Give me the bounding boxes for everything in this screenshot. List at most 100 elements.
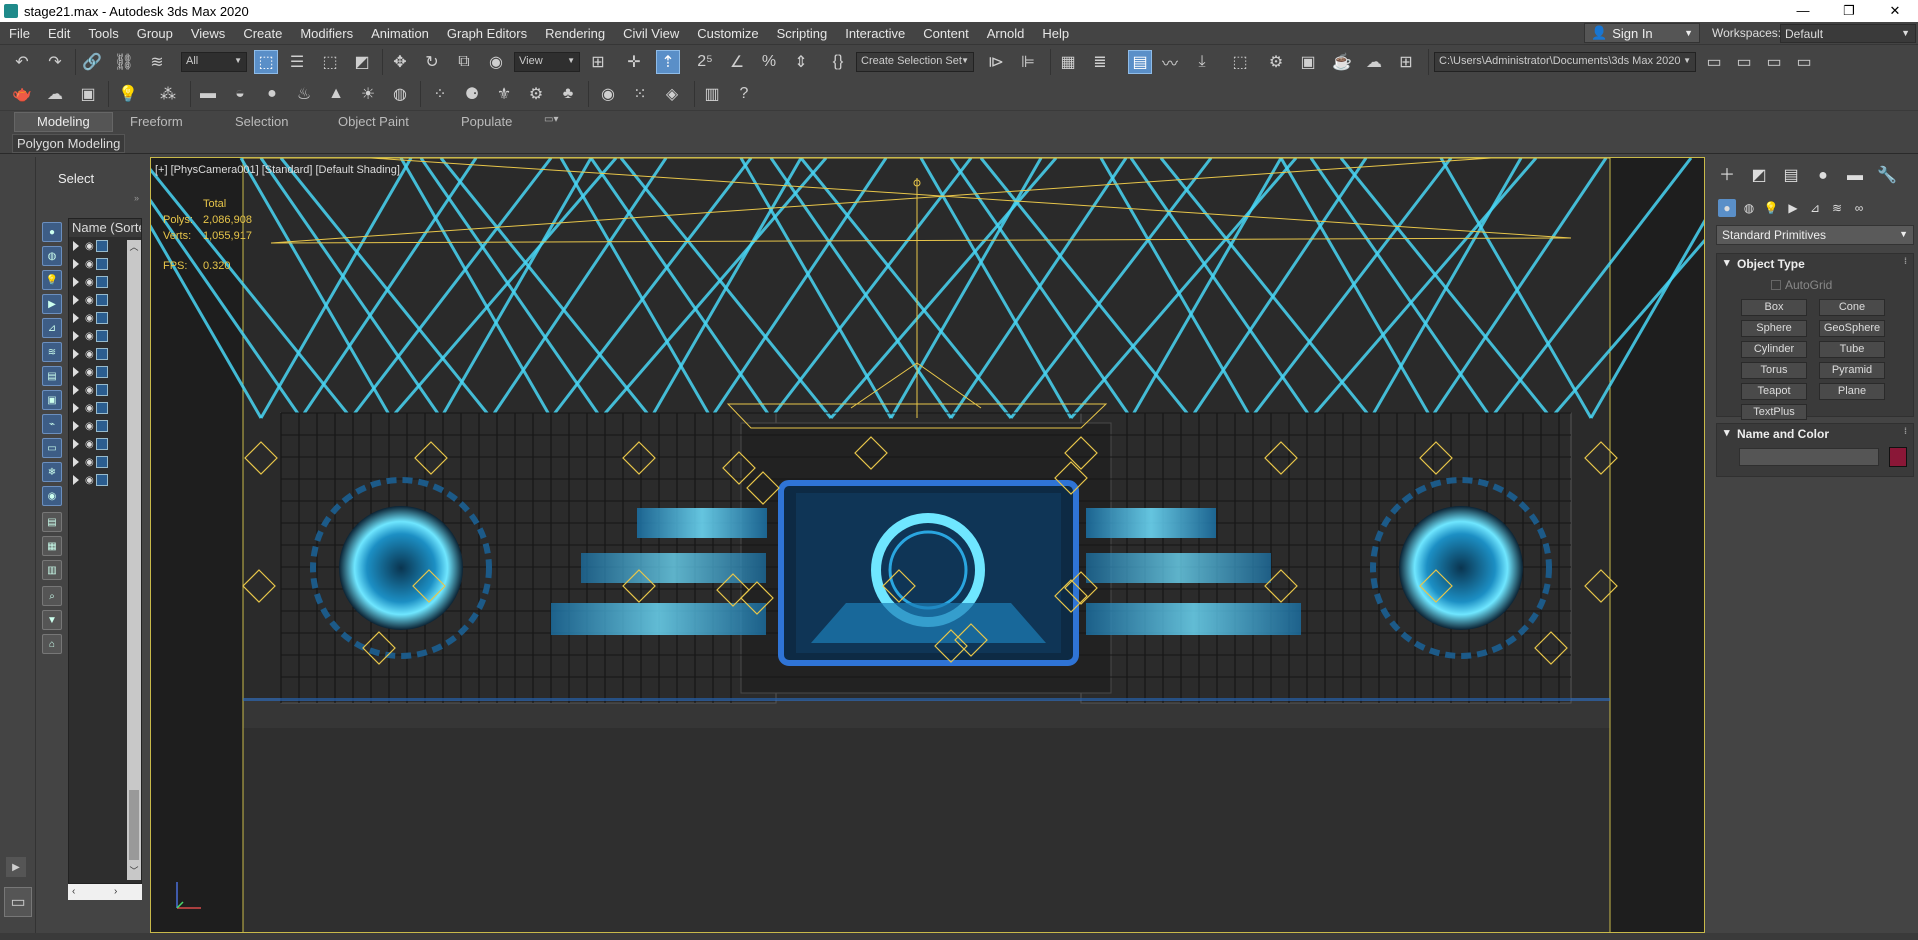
display-tab-icon[interactable]: ▬ bbox=[1844, 165, 1866, 187]
lights-filter-icon[interactable]: 💡 bbox=[42, 270, 62, 290]
expand-arrow-icon[interactable] bbox=[73, 295, 79, 305]
rendered-frame-window-icon[interactable]: ▣ bbox=[1296, 50, 1320, 74]
move-icon[interactable]: ✥ bbox=[388, 50, 412, 74]
expand-arrow-icon[interactable] bbox=[73, 385, 79, 395]
hemisphere-primitive-icon[interactable]: ◒ bbox=[228, 82, 252, 106]
snaps-toggle-icon[interactable]: 2⁵ bbox=[693, 50, 717, 74]
project-settings-icon[interactable]: ▭ bbox=[1792, 50, 1816, 74]
close-button[interactable]: ✕ bbox=[1872, 0, 1918, 22]
redo-icon[interactable]: ↷ bbox=[43, 50, 67, 74]
helpers-filter-icon[interactable]: ⊿ bbox=[42, 318, 62, 338]
expand-arrow-icon[interactable] bbox=[73, 421, 79, 431]
containers-filter-icon[interactable]: ▭ bbox=[42, 438, 62, 458]
set-project-icon[interactable]: ▭ bbox=[1732, 50, 1756, 74]
spacewarps-filter-icon[interactable]: ≋ bbox=[42, 342, 62, 362]
object-name-field[interactable] bbox=[1739, 448, 1879, 466]
hierarchy-icon[interactable]: ▦ bbox=[42, 536, 62, 556]
eye-icon[interactable]: ◉ bbox=[85, 313, 94, 324]
primitive-type-dropdown[interactable]: Standard Primitives ▼ bbox=[1716, 225, 1914, 245]
material-sphere-icon[interactable]: ◉ bbox=[596, 82, 620, 106]
percent-snap-icon[interactable]: % bbox=[757, 50, 781, 74]
spacewarps-category-icon[interactable]: ≋ bbox=[1828, 199, 1846, 217]
chevron-down-icon[interactable]: ﹀ bbox=[129, 864, 139, 878]
crowd-icon[interactable]: ⚜ bbox=[492, 82, 516, 106]
rotate-icon[interactable]: ↻ bbox=[420, 50, 444, 74]
shapes-category-icon[interactable]: ◍ bbox=[1740, 199, 1758, 217]
select-mode-icon[interactable]: ⌂ bbox=[42, 634, 62, 654]
object-color-swatch[interactable] bbox=[1889, 447, 1907, 467]
find-icon[interactable]: ⌕ bbox=[42, 586, 62, 606]
eye-icon[interactable]: ◉ bbox=[85, 403, 94, 414]
expand-arrow-icon[interactable] bbox=[73, 259, 79, 269]
object-type-header[interactable]: Object Type ⁞ bbox=[1717, 254, 1913, 274]
hierarchy-tab-icon[interactable]: ▤ bbox=[1780, 165, 1802, 187]
minimize-button[interactable]: — bbox=[1780, 0, 1826, 22]
chevron-left-icon[interactable]: ‹ bbox=[72, 886, 75, 897]
cone-primitive-icon[interactable]: ▲ bbox=[324, 82, 348, 106]
scrollbar-thumb[interactable] bbox=[129, 790, 139, 860]
menu-create[interactable]: Create bbox=[234, 22, 291, 45]
eye-icon[interactable]: ◉ bbox=[85, 457, 94, 468]
menu-modifiers[interactable]: Modifiers bbox=[291, 22, 362, 45]
expand-arrow-icon[interactable] bbox=[73, 457, 79, 467]
help-icon[interactable]: ? bbox=[732, 82, 756, 106]
spinner-snap-icon[interactable]: ⇕ bbox=[789, 50, 813, 74]
camera-viewport[interactable]: [+] [PhysCamera001] [Standard] [Default … bbox=[150, 157, 1705, 933]
explorer-vertical-scrollbar[interactable]: ︿ ﹀ bbox=[127, 240, 141, 880]
a360-gallery-icon[interactable]: ⊞ bbox=[1394, 50, 1418, 74]
mass-fx-icon[interactable]: ⚈ bbox=[460, 82, 484, 106]
curve-editor-icon[interactable]: 〰 bbox=[1158, 50, 1182, 74]
menu-edit[interactable]: Edit bbox=[39, 22, 79, 45]
expand-arrow-icon[interactable] bbox=[73, 349, 79, 359]
sign-in-dropdown[interactable]: 👤 Sign In ▼ bbox=[1584, 23, 1700, 43]
undo-icon[interactable]: ↶ bbox=[10, 50, 34, 74]
geometry-filter-icon[interactable]: ● bbox=[42, 222, 62, 242]
sphere-button[interactable]: Sphere bbox=[1741, 320, 1807, 337]
polygon-modeling-panel[interactable]: Polygon Modeling bbox=[12, 134, 126, 153]
hidden-filter-icon[interactable]: ◉ bbox=[42, 486, 62, 506]
sun-light-icon[interactable]: ☀ bbox=[356, 82, 380, 106]
tab-freeform[interactable]: Freeform bbox=[130, 114, 183, 129]
geometry-category-icon[interactable]: ● bbox=[1718, 199, 1736, 217]
cylinder-button[interactable]: Cylinder bbox=[1741, 341, 1807, 358]
pyramid-button[interactable]: Pyramid bbox=[1819, 362, 1885, 379]
cameras-category-icon[interactable]: ▶ bbox=[1784, 199, 1802, 217]
eye-icon[interactable]: ◉ bbox=[85, 349, 94, 360]
menu-help[interactable]: Help bbox=[1033, 22, 1078, 45]
helpers-category-icon[interactable]: ⊿ bbox=[1806, 199, 1824, 217]
menu-interactive[interactable]: Interactive bbox=[836, 22, 914, 45]
keyboard-shortcut-override-icon[interactable]: ⇡ bbox=[656, 50, 680, 74]
expand-arrow-icon[interactable] bbox=[73, 439, 79, 449]
torus-button[interactable]: Torus bbox=[1741, 362, 1807, 379]
utilities-tab-icon[interactable]: 🔧 bbox=[1876, 165, 1898, 187]
eye-icon[interactable]: ◉ bbox=[85, 439, 94, 450]
menu-tools[interactable]: Tools bbox=[79, 22, 127, 45]
project-manager-icon[interactable]: ▭ bbox=[1762, 50, 1786, 74]
layer-explorer-icon[interactable]: ≣ bbox=[1088, 50, 1112, 74]
render-setup-icon[interactable]: ⚙ bbox=[1264, 50, 1288, 74]
unlink-icon[interactable]: ⛓ bbox=[112, 50, 136, 74]
reference-coordinate-dropdown[interactable]: View ▼ bbox=[514, 52, 580, 72]
eye-icon[interactable]: ◉ bbox=[85, 367, 94, 378]
plane-button[interactable]: Plane bbox=[1819, 383, 1885, 400]
explorer-select-menu[interactable]: Select bbox=[58, 171, 94, 186]
viewport-layout-thumbnail[interactable]: ▭ bbox=[4, 887, 32, 917]
eye-icon[interactable]: ◉ bbox=[85, 241, 94, 252]
menu-file[interactable]: File bbox=[0, 22, 39, 45]
scale-icon[interactable]: ⧉ bbox=[452, 50, 476, 74]
frozen-filter-icon[interactable]: ❄ bbox=[42, 462, 62, 482]
groups-filter-icon[interactable]: ▤ bbox=[42, 366, 62, 386]
render-production-icon[interactable]: ☕ bbox=[1330, 50, 1354, 74]
gear-icon[interactable]: ⚙ bbox=[524, 82, 548, 106]
ribbon-options-icon[interactable]: ▭▾ bbox=[544, 114, 558, 125]
sky-sphere-icon[interactable]: ◍ bbox=[388, 82, 412, 106]
rectangular-selection-icon[interactable]: ⬚ bbox=[318, 50, 342, 74]
tab-selection[interactable]: Selection bbox=[235, 114, 288, 129]
teapot-button[interactable]: Teapot bbox=[1741, 383, 1807, 400]
expand-layout-icon[interactable]: ▶ bbox=[6, 857, 26, 877]
light-lister-icon[interactable]: 💡 bbox=[116, 82, 140, 106]
menu-content[interactable]: Content bbox=[914, 22, 978, 45]
cameras-filter-icon[interactable]: ▶ bbox=[42, 294, 62, 314]
mirror-icon[interactable]: ⧐ bbox=[984, 50, 1008, 74]
edit-named-selection-icon[interactable]: {} bbox=[826, 50, 850, 74]
